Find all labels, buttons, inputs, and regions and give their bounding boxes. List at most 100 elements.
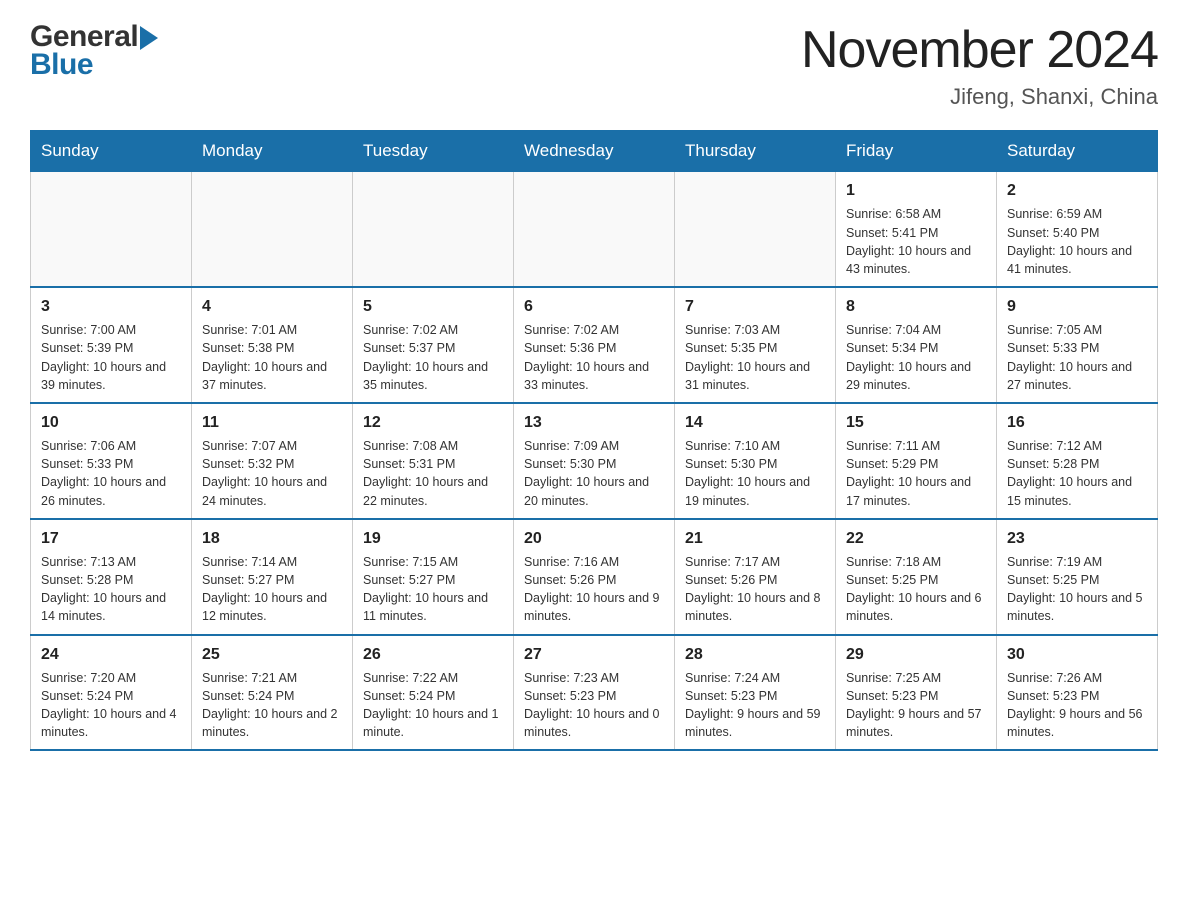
day-info: Sunrise: 7:09 AM Sunset: 5:30 PM Dayligh… (524, 437, 664, 510)
calendar-cell: 29 Sunrise: 7:25 AM Sunset: 5:23 PM Dayli… (836, 635, 997, 751)
day-info: Sunrise: 6:58 AM Sunset: 5:41 PM Dayligh… (846, 205, 986, 278)
day-info: Sunrise: 7:13 AM Sunset: 5:28 PM Dayligh… (41, 553, 181, 626)
day-info: Sunrise: 7:22 AM Sunset: 5:24 PM Dayligh… (363, 669, 503, 742)
day-number: 8 (846, 296, 986, 318)
day-number: 29 (846, 644, 986, 666)
weekday-header-monday: Monday (192, 131, 353, 172)
calendar-cell: 26 Sunrise: 7:22 AM Sunset: 5:24 PM Dayli… (353, 635, 514, 751)
day-number: 19 (363, 528, 503, 550)
day-number: 23 (1007, 528, 1147, 550)
day-number: 4 (202, 296, 342, 318)
day-number: 22 (846, 528, 986, 550)
logo-arrow-icon (140, 26, 158, 50)
day-info: Sunrise: 7:24 AM Sunset: 5:23 PM Dayligh… (685, 669, 825, 742)
day-info: Sunrise: 7:16 AM Sunset: 5:26 PM Dayligh… (524, 553, 664, 626)
calendar-cell: 13 Sunrise: 7:09 AM Sunset: 5:30 PM Dayli… (514, 403, 675, 519)
weekday-header-sunday: Sunday (31, 131, 192, 172)
calendar-cell: 9 Sunrise: 7:05 AM Sunset: 5:33 PM Daylig… (997, 287, 1158, 403)
day-number: 9 (1007, 296, 1147, 318)
day-info: Sunrise: 7:20 AM Sunset: 5:24 PM Dayligh… (41, 669, 181, 742)
day-number: 26 (363, 644, 503, 666)
calendar-week-4: 17 Sunrise: 7:13 AM Sunset: 5:28 PM Dayli… (31, 519, 1158, 635)
day-info: Sunrise: 7:25 AM Sunset: 5:23 PM Dayligh… (846, 669, 986, 742)
calendar-cell: 30 Sunrise: 7:26 AM Sunset: 5:23 PM Dayli… (997, 635, 1158, 751)
weekday-header-friday: Friday (836, 131, 997, 172)
day-info: Sunrise: 7:14 AM Sunset: 5:27 PM Dayligh… (202, 553, 342, 626)
day-info: Sunrise: 7:15 AM Sunset: 5:27 PM Dayligh… (363, 553, 503, 626)
day-number: 5 (363, 296, 503, 318)
day-info: Sunrise: 7:08 AM Sunset: 5:31 PM Dayligh… (363, 437, 503, 510)
day-info: Sunrise: 7:02 AM Sunset: 5:36 PM Dayligh… (524, 321, 664, 394)
day-info: Sunrise: 6:59 AM Sunset: 5:40 PM Dayligh… (1007, 205, 1147, 278)
logo: General Blue (30, 20, 158, 82)
day-info: Sunrise: 7:01 AM Sunset: 5:38 PM Dayligh… (202, 321, 342, 394)
calendar-cell: 19 Sunrise: 7:15 AM Sunset: 5:27 PM Dayli… (353, 519, 514, 635)
day-number: 15 (846, 412, 986, 434)
weekday-header-tuesday: Tuesday (353, 131, 514, 172)
day-number: 13 (524, 412, 664, 434)
day-info: Sunrise: 7:12 AM Sunset: 5:28 PM Dayligh… (1007, 437, 1147, 510)
calendar-cell: 16Sunrise: 7:12 AM Sunset: 5:28 PM Dayli… (997, 403, 1158, 519)
day-number: 28 (685, 644, 825, 666)
day-number: 11 (202, 412, 342, 434)
day-number: 27 (524, 644, 664, 666)
month-title: November 2024 (801, 20, 1158, 80)
day-number: 12 (363, 412, 503, 434)
logo-blue-text: Blue (30, 48, 93, 82)
calendar-week-1: 1Sunrise: 6:58 AM Sunset: 5:41 PM Daylig… (31, 172, 1158, 287)
calendar-table: SundayMondayTuesdayWednesdayThursdayFrid… (30, 130, 1158, 751)
day-number: 24 (41, 644, 181, 666)
day-info: Sunrise: 7:00 AM Sunset: 5:39 PM Dayligh… (41, 321, 181, 394)
day-info: Sunrise: 7:04 AM Sunset: 5:34 PM Dayligh… (846, 321, 986, 394)
weekday-header-thursday: Thursday (675, 131, 836, 172)
calendar-cell (514, 172, 675, 287)
day-info: Sunrise: 7:26 AM Sunset: 5:23 PM Dayligh… (1007, 669, 1147, 742)
calendar-cell: 11 Sunrise: 7:07 AM Sunset: 5:32 PM Dayli… (192, 403, 353, 519)
calendar-cell: 17 Sunrise: 7:13 AM Sunset: 5:28 PM Dayli… (31, 519, 192, 635)
day-info: Sunrise: 7:07 AM Sunset: 5:32 PM Dayligh… (202, 437, 342, 510)
day-info: Sunrise: 7:17 AM Sunset: 5:26 PM Dayligh… (685, 553, 825, 626)
calendar-week-3: 10Sunrise: 7:06 AM Sunset: 5:33 PM Dayli… (31, 403, 1158, 519)
calendar-cell: 8 Sunrise: 7:04 AM Sunset: 5:34 PM Daylig… (836, 287, 997, 403)
calendar-cell: 2Sunrise: 6:59 AM Sunset: 5:40 PM Daylig… (997, 172, 1158, 287)
calendar-cell: 28 Sunrise: 7:24 AM Sunset: 5:23 PM Dayli… (675, 635, 836, 751)
calendar-cell: 10Sunrise: 7:06 AM Sunset: 5:33 PM Dayli… (31, 403, 192, 519)
weekday-header-saturday: Saturday (997, 131, 1158, 172)
day-info: Sunrise: 7:03 AM Sunset: 5:35 PM Dayligh… (685, 321, 825, 394)
page-header: General Blue November 2024 Jifeng, Shanx… (30, 20, 1158, 110)
day-info: Sunrise: 7:19 AM Sunset: 5:25 PM Dayligh… (1007, 553, 1147, 626)
day-number: 20 (524, 528, 664, 550)
day-info: Sunrise: 7:05 AM Sunset: 5:33 PM Dayligh… (1007, 321, 1147, 394)
day-number: 17 (41, 528, 181, 550)
day-number: 6 (524, 296, 664, 318)
calendar-cell: 6 Sunrise: 7:02 AM Sunset: 5:36 PM Daylig… (514, 287, 675, 403)
day-info: Sunrise: 7:23 AM Sunset: 5:23 PM Dayligh… (524, 669, 664, 742)
calendar-week-5: 24 Sunrise: 7:20 AM Sunset: 5:24 PM Dayli… (31, 635, 1158, 751)
day-number: 25 (202, 644, 342, 666)
calendar-cell: 23 Sunrise: 7:19 AM Sunset: 5:25 PM Dayli… (997, 519, 1158, 635)
calendar-cell: 25 Sunrise: 7:21 AM Sunset: 5:24 PM Dayli… (192, 635, 353, 751)
calendar-cell: 18 Sunrise: 7:14 AM Sunset: 5:27 PM Dayli… (192, 519, 353, 635)
weekday-header-wednesday: Wednesday (514, 131, 675, 172)
calendar-cell: 27 Sunrise: 7:23 AM Sunset: 5:23 PM Dayli… (514, 635, 675, 751)
calendar-cell: 4 Sunrise: 7:01 AM Sunset: 5:38 PM Daylig… (192, 287, 353, 403)
day-number: 30 (1007, 644, 1147, 666)
day-number: 18 (202, 528, 342, 550)
location-text: Jifeng, Shanxi, China (801, 84, 1158, 110)
calendar-cell: 15Sunrise: 7:11 AM Sunset: 5:29 PM Dayli… (836, 403, 997, 519)
day-number: 14 (685, 412, 825, 434)
calendar-week-2: 3 Sunrise: 7:00 AM Sunset: 5:39 PM Daylig… (31, 287, 1158, 403)
calendar-cell: 20 Sunrise: 7:16 AM Sunset: 5:26 PM Dayli… (514, 519, 675, 635)
day-info: Sunrise: 7:21 AM Sunset: 5:24 PM Dayligh… (202, 669, 342, 742)
calendar-cell (675, 172, 836, 287)
calendar-cell: 24 Sunrise: 7:20 AM Sunset: 5:24 PM Dayli… (31, 635, 192, 751)
calendar-cell: 21Sunrise: 7:17 AM Sunset: 5:26 PM Dayli… (675, 519, 836, 635)
day-number: 3 (41, 296, 181, 318)
calendar-cell (353, 172, 514, 287)
day-info: Sunrise: 7:18 AM Sunset: 5:25 PM Dayligh… (846, 553, 986, 626)
title-section: November 2024 Jifeng, Shanxi, China (801, 20, 1158, 110)
day-info: Sunrise: 7:10 AM Sunset: 5:30 PM Dayligh… (685, 437, 825, 510)
calendar-cell (31, 172, 192, 287)
day-number: 10 (41, 412, 181, 434)
calendar-cell: 14 Sunrise: 7:10 AM Sunset: 5:30 PM Dayli… (675, 403, 836, 519)
